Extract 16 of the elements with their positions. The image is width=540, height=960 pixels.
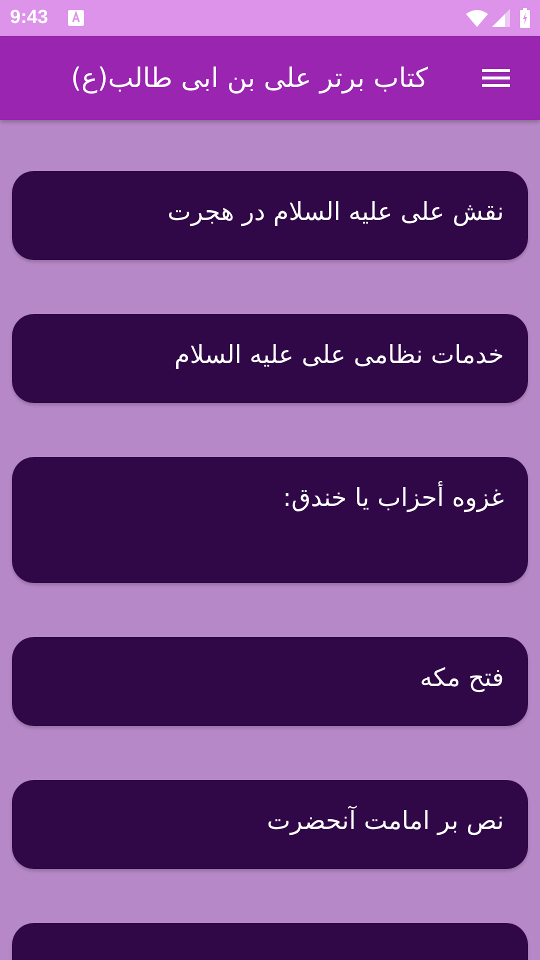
wifi-icon [466, 9, 488, 27]
card-title: خدمات نظامی علی علیه السلام [174, 340, 504, 369]
list-card[interactable]: خدمات نظامی علی علیه السلام [12, 314, 528, 403]
list-card[interactable]: غزوه أحزاب یا خندق: [12, 457, 528, 583]
list-card[interactable]: نقش علی علیه السلام در هجرت [12, 171, 528, 260]
battery-icon [520, 8, 530, 28]
signal-icon [492, 9, 510, 27]
card-title: فتح مکه [420, 663, 504, 692]
card-title: غزوه أحزاب یا خندق: [282, 483, 504, 512]
list-card[interactable]: نص بر امامت آنحضرت [12, 780, 528, 869]
app-title: کتاب برتر علی بن ابی طالب(ع) [70, 62, 428, 94]
notification-icon [68, 10, 84, 26]
list-card[interactable]: فتح مکه [12, 637, 528, 726]
card-title: نص بر امامت آنحضرت [266, 806, 504, 835]
status-time: 9:43 [10, 7, 48, 29]
card-title: نقش علی علیه السلام در هجرت [168, 197, 504, 226]
